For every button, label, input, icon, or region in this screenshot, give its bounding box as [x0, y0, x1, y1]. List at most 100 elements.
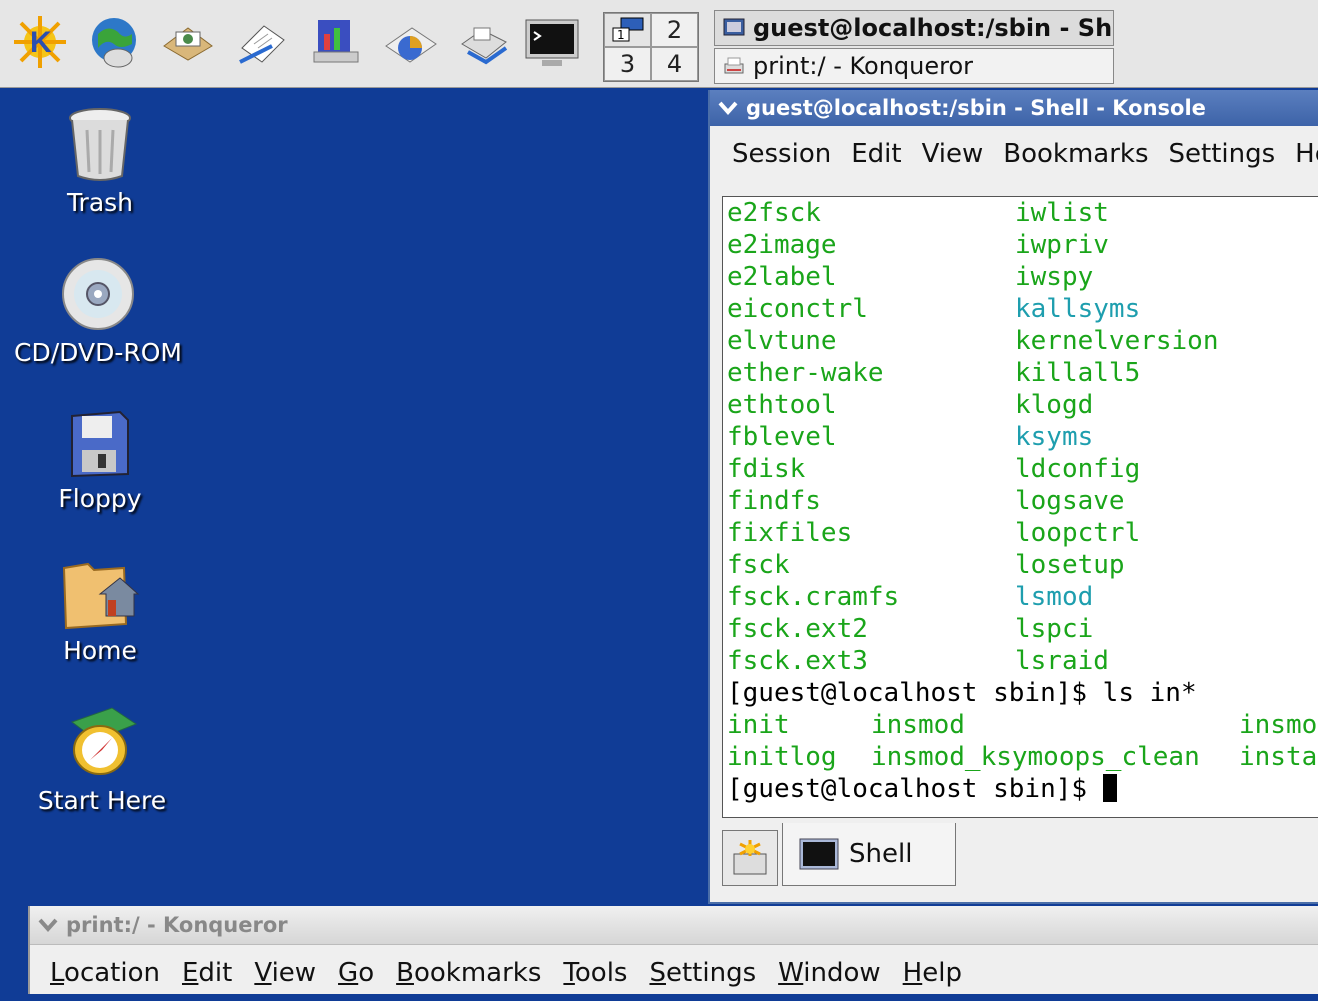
window-menu-icon[interactable] — [36, 913, 60, 937]
file-entry: insmod_ksymoops_clean — [871, 742, 1200, 772]
menu-session[interactable]: Session — [710, 139, 841, 169]
file-entry: ether-wake — [727, 358, 884, 388]
terminal-line: fsck.cramfs lsmod — [723, 581, 1318, 613]
printer-icon[interactable] — [452, 10, 516, 74]
file-entry: init — [727, 710, 790, 740]
menu-view[interactable]: View — [243, 958, 327, 988]
desktop-icon-label: Trash — [66, 188, 134, 217]
cdrom-icon — [62, 258, 134, 330]
terminal-line: fsck.ext2 lspci — [723, 613, 1318, 645]
menu-tools[interactable]: Tools — [552, 958, 638, 988]
file-entry: fixfiles — [727, 518, 853, 548]
task-konqueror[interactable]: print:/ - Konqueror — [714, 48, 1114, 84]
menu-view[interactable]: View — [912, 139, 994, 169]
pager-desktop-3[interactable]: 3 — [604, 47, 651, 81]
menu-help[interactable]: Help — [1285, 139, 1318, 169]
file-entry: insmo — [1239, 710, 1318, 740]
konqueror-titlebar[interactable]: print:/ - Konqueror — [30, 906, 1318, 945]
file-entry: insta — [1239, 742, 1318, 772]
file-entry: fsck.cramfs — [727, 582, 900, 612]
konsole-titlebar[interactable]: guest@localhost:/sbin - Shell - Konsole — [710, 90, 1318, 126]
file-entry: iwspy — [1015, 262, 1094, 292]
home-folder-icon — [62, 562, 140, 630]
kde-menu-icon[interactable]: K — [8, 10, 72, 74]
svg-text:1: 1 — [617, 28, 625, 42]
terminal-line: init insmod insmo — [723, 709, 1318, 741]
menu-bookmarks[interactable]: Bookmarks — [385, 958, 552, 988]
file-entry: lsmod — [1015, 582, 1094, 612]
menu-go[interactable]: Go — [327, 958, 385, 988]
spreadsheet-icon[interactable] — [378, 10, 442, 74]
file-entry: elvtune — [727, 326, 837, 356]
file-entry: loopctrl — [1015, 518, 1141, 548]
taskbar: guest@localhost:/sbin - Shell - Konsole … — [714, 10, 1114, 86]
konsole-window: guest@localhost:/sbin - Shell - Konsole … — [708, 90, 1318, 904]
terminal-line: findfs logsave — [723, 485, 1318, 517]
shell-icon — [799, 838, 839, 870]
file-entry: fblevel — [727, 422, 837, 452]
menu-edit[interactable]: Edit — [171, 958, 243, 988]
desktop-pager: 1 2 3 4 — [603, 12, 699, 82]
terminal-cursor — [1102, 774, 1117, 802]
command-line: [guest@localhost sbin]$ ls in* — [727, 678, 1197, 708]
window-title: print:/ - Konqueror — [66, 913, 288, 937]
file-entry: killall5 — [1015, 358, 1141, 388]
menu-help[interactable]: Help — [892, 958, 973, 988]
desktop-icon-start-here[interactable]: Start Here — [2, 704, 202, 815]
web-browser-icon[interactable] — [82, 10, 146, 74]
new-session-button[interactable] — [722, 830, 778, 886]
email-icon[interactable] — [156, 10, 220, 74]
menu-window[interactable]: Window — [767, 958, 892, 988]
printer-icon — [724, 57, 744, 74]
file-entry: insmod — [871, 710, 965, 740]
desktop-icon-cdrom[interactable]: CD/DVD-ROM — [0, 256, 198, 367]
menu-edit[interactable]: Edit — [841, 139, 911, 169]
window-menu-icon[interactable] — [716, 96, 740, 120]
tab-label: Shell — [849, 839, 913, 869]
konsole-menubar: Session Edit View Bookmarks Settings Hel… — [710, 126, 1318, 182]
start-here-icon — [70, 707, 138, 775]
menu-location[interactable]: Location — [30, 958, 171, 988]
terminal-line: e2label iwspy — [723, 261, 1318, 293]
terminal-line: ether-wake killall5 — [723, 357, 1318, 389]
file-entry: lsraid — [1015, 646, 1109, 676]
file-entry: findfs — [727, 486, 821, 516]
file-entry: ldconfig — [1015, 454, 1141, 484]
svg-text:K: K — [30, 26, 52, 59]
konqueror-window: print:/ - Konqueror Location Edit View Go Bo… — [28, 906, 1318, 994]
terminal-line: initlog insmod_ksymoops_clean insta — [723, 741, 1318, 773]
window-title: guest@localhost:/sbin - Shell - Konsole — [746, 96, 1206, 120]
desktop-icon-home[interactable]: Home — [0, 554, 200, 665]
pager-desktop-2[interactable]: 2 — [651, 13, 698, 47]
file-entry: fsck.ext2 — [727, 614, 868, 644]
terminal-line: fsck.ext3 lsraid — [723, 645, 1318, 677]
desktop-icon-label: Floppy — [58, 484, 142, 513]
menu-settings[interactable]: Settings — [638, 958, 767, 988]
pager-desktop-4[interactable]: 4 — [651, 47, 698, 81]
file-entry: e2label — [727, 262, 837, 292]
task-konsole[interactable]: guest@localhost:/sbin - Shell - Konsole — [714, 10, 1114, 46]
terminal-line: fixfiles loopctrl — [723, 517, 1318, 549]
floppy-icon — [71, 410, 129, 478]
terminal-output[interactable]: e2fsck iwlist e2image iwpriv e2label iwspy eic… — [722, 196, 1318, 818]
menu-bookmarks[interactable]: Bookmarks — [993, 139, 1158, 169]
pager-desktop-1[interactable]: 1 — [604, 13, 651, 47]
ls-listing: e2fsck iwlist e2image iwpriv e2label iwspy eic… — [723, 197, 1318, 677]
desktop-icon-label: CD/DVD-ROM — [14, 338, 182, 367]
konqueror-menubar: Location Edit View Go Bookmarks Tools Settings… — [30, 945, 1318, 1001]
terminal-line: fblevel ksyms — [723, 421, 1318, 453]
desktop-icon-trash[interactable]: Trash — [0, 106, 200, 217]
writer-icon[interactable] — [230, 10, 294, 74]
task-label: print:/ - Konqueror — [753, 52, 974, 80]
tab-shell[interactable]: Shell — [782, 823, 956, 886]
file-entry: lspci — [1015, 614, 1094, 644]
kde-panel: K 1 2 3 4 guest@localhost:/sbin - Shell … — [0, 0, 1318, 88]
desktop-icon-floppy[interactable]: Floppy — [0, 410, 200, 513]
file-entry: kallsyms — [1015, 294, 1141, 324]
presentation-icon[interactable] — [304, 10, 368, 74]
terminal-line: fsck losetup — [723, 549, 1318, 581]
terminal-icon[interactable] — [520, 10, 584, 74]
terminal-line: fdisk ldconfig — [723, 453, 1318, 485]
menu-settings[interactable]: Settings — [1159, 139, 1286, 169]
file-entry: fdisk — [727, 454, 806, 484]
